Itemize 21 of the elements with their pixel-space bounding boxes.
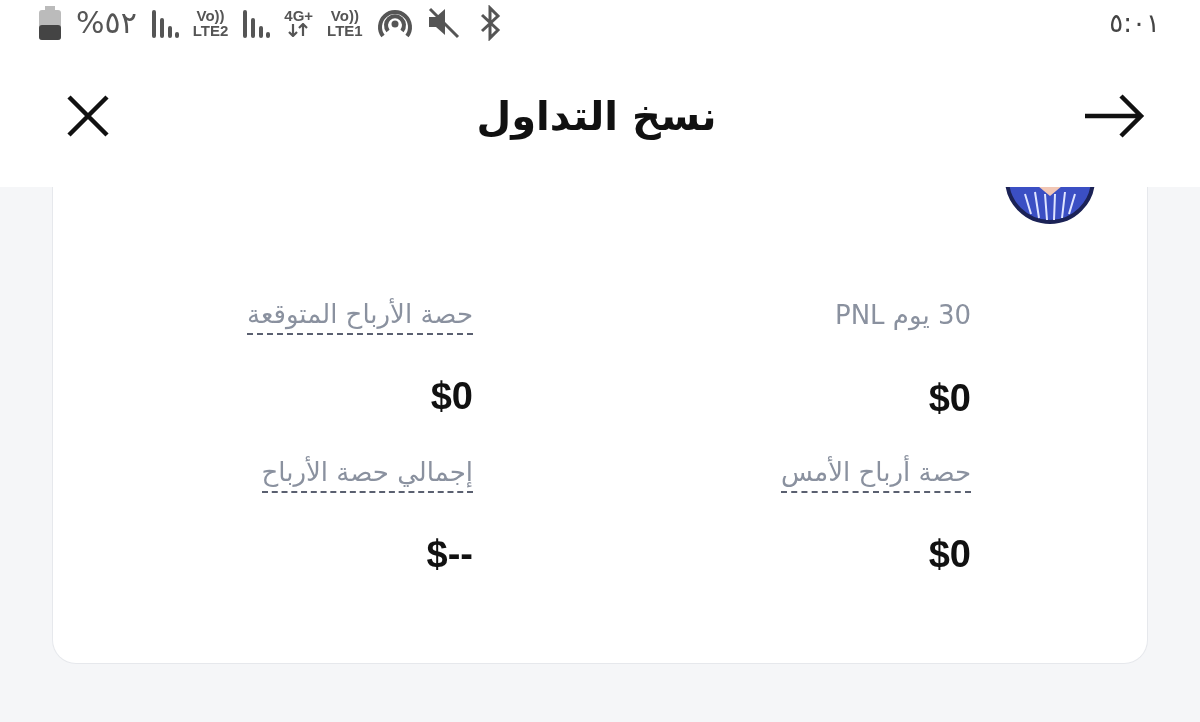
stat-label[interactable]: حصة الأرباح المتوقعة <box>247 297 473 335</box>
stat-label[interactable]: حصة أرباح الأمس <box>781 455 971 493</box>
volte-label: Vo)) <box>196 7 225 23</box>
close-icon[interactable] <box>66 94 110 138</box>
stat-value: $-- <box>426 532 473 577</box>
network-label: 4G+ <box>284 8 314 23</box>
battery-icon <box>38 5 62 40</box>
volte-label: Vo)) <box>330 7 359 23</box>
arrow-right-icon[interactable] <box>1083 94 1145 138</box>
battery-percent: %٥٢ <box>76 5 137 40</box>
stat-value: $0 <box>928 376 971 421</box>
signal-icon <box>242 7 271 38</box>
mute-icon <box>426 6 461 39</box>
stat-label: 30 يوم PNL <box>835 299 971 333</box>
stat-label[interactable]: إجمالي حصة الأرباح <box>261 455 473 493</box>
stat-value: $0 <box>928 532 971 577</box>
stat-value: $0 <box>430 374 473 419</box>
page-title: نسخ التداول <box>476 93 717 139</box>
clock: ٥:٠١ <box>1109 7 1160 38</box>
network-label: LTE2 <box>192 22 229 38</box>
signal-icon <box>150 7 179 38</box>
